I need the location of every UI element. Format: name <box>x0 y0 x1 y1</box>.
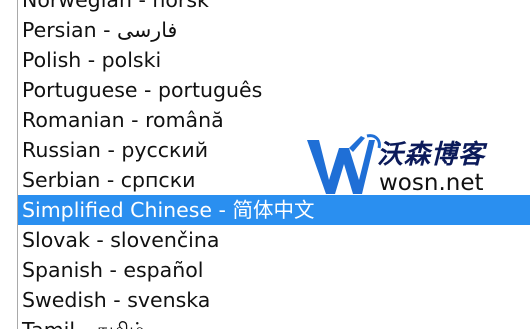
list-item[interactable]: Norwegian - norsk <box>18 0 530 15</box>
list-item[interactable]: Swedish - svenska <box>18 285 530 315</box>
list-item[interactable]: Persian - فارسی <box>18 15 530 45</box>
list-item[interactable]: Slovak - slovenčina <box>18 225 530 255</box>
language-select-frame: Norwegian - norsk Persian - فارسی Polish… <box>0 0 530 329</box>
list-item[interactable]: Portuguese - português <box>18 75 530 105</box>
watermark-brand: 沃森博客 <box>377 140 486 170</box>
watermark: 沃森博客 wosn.net <box>305 130 505 202</box>
w-logo-icon <box>307 134 381 194</box>
list-item[interactable]: Polish - polski <box>18 45 530 75</box>
list-item[interactable]: Spanish - español <box>18 255 530 285</box>
watermark-url: wosn.net <box>379 170 484 196</box>
list-item[interactable]: Tamil - தமிழ் <box>18 315 530 329</box>
